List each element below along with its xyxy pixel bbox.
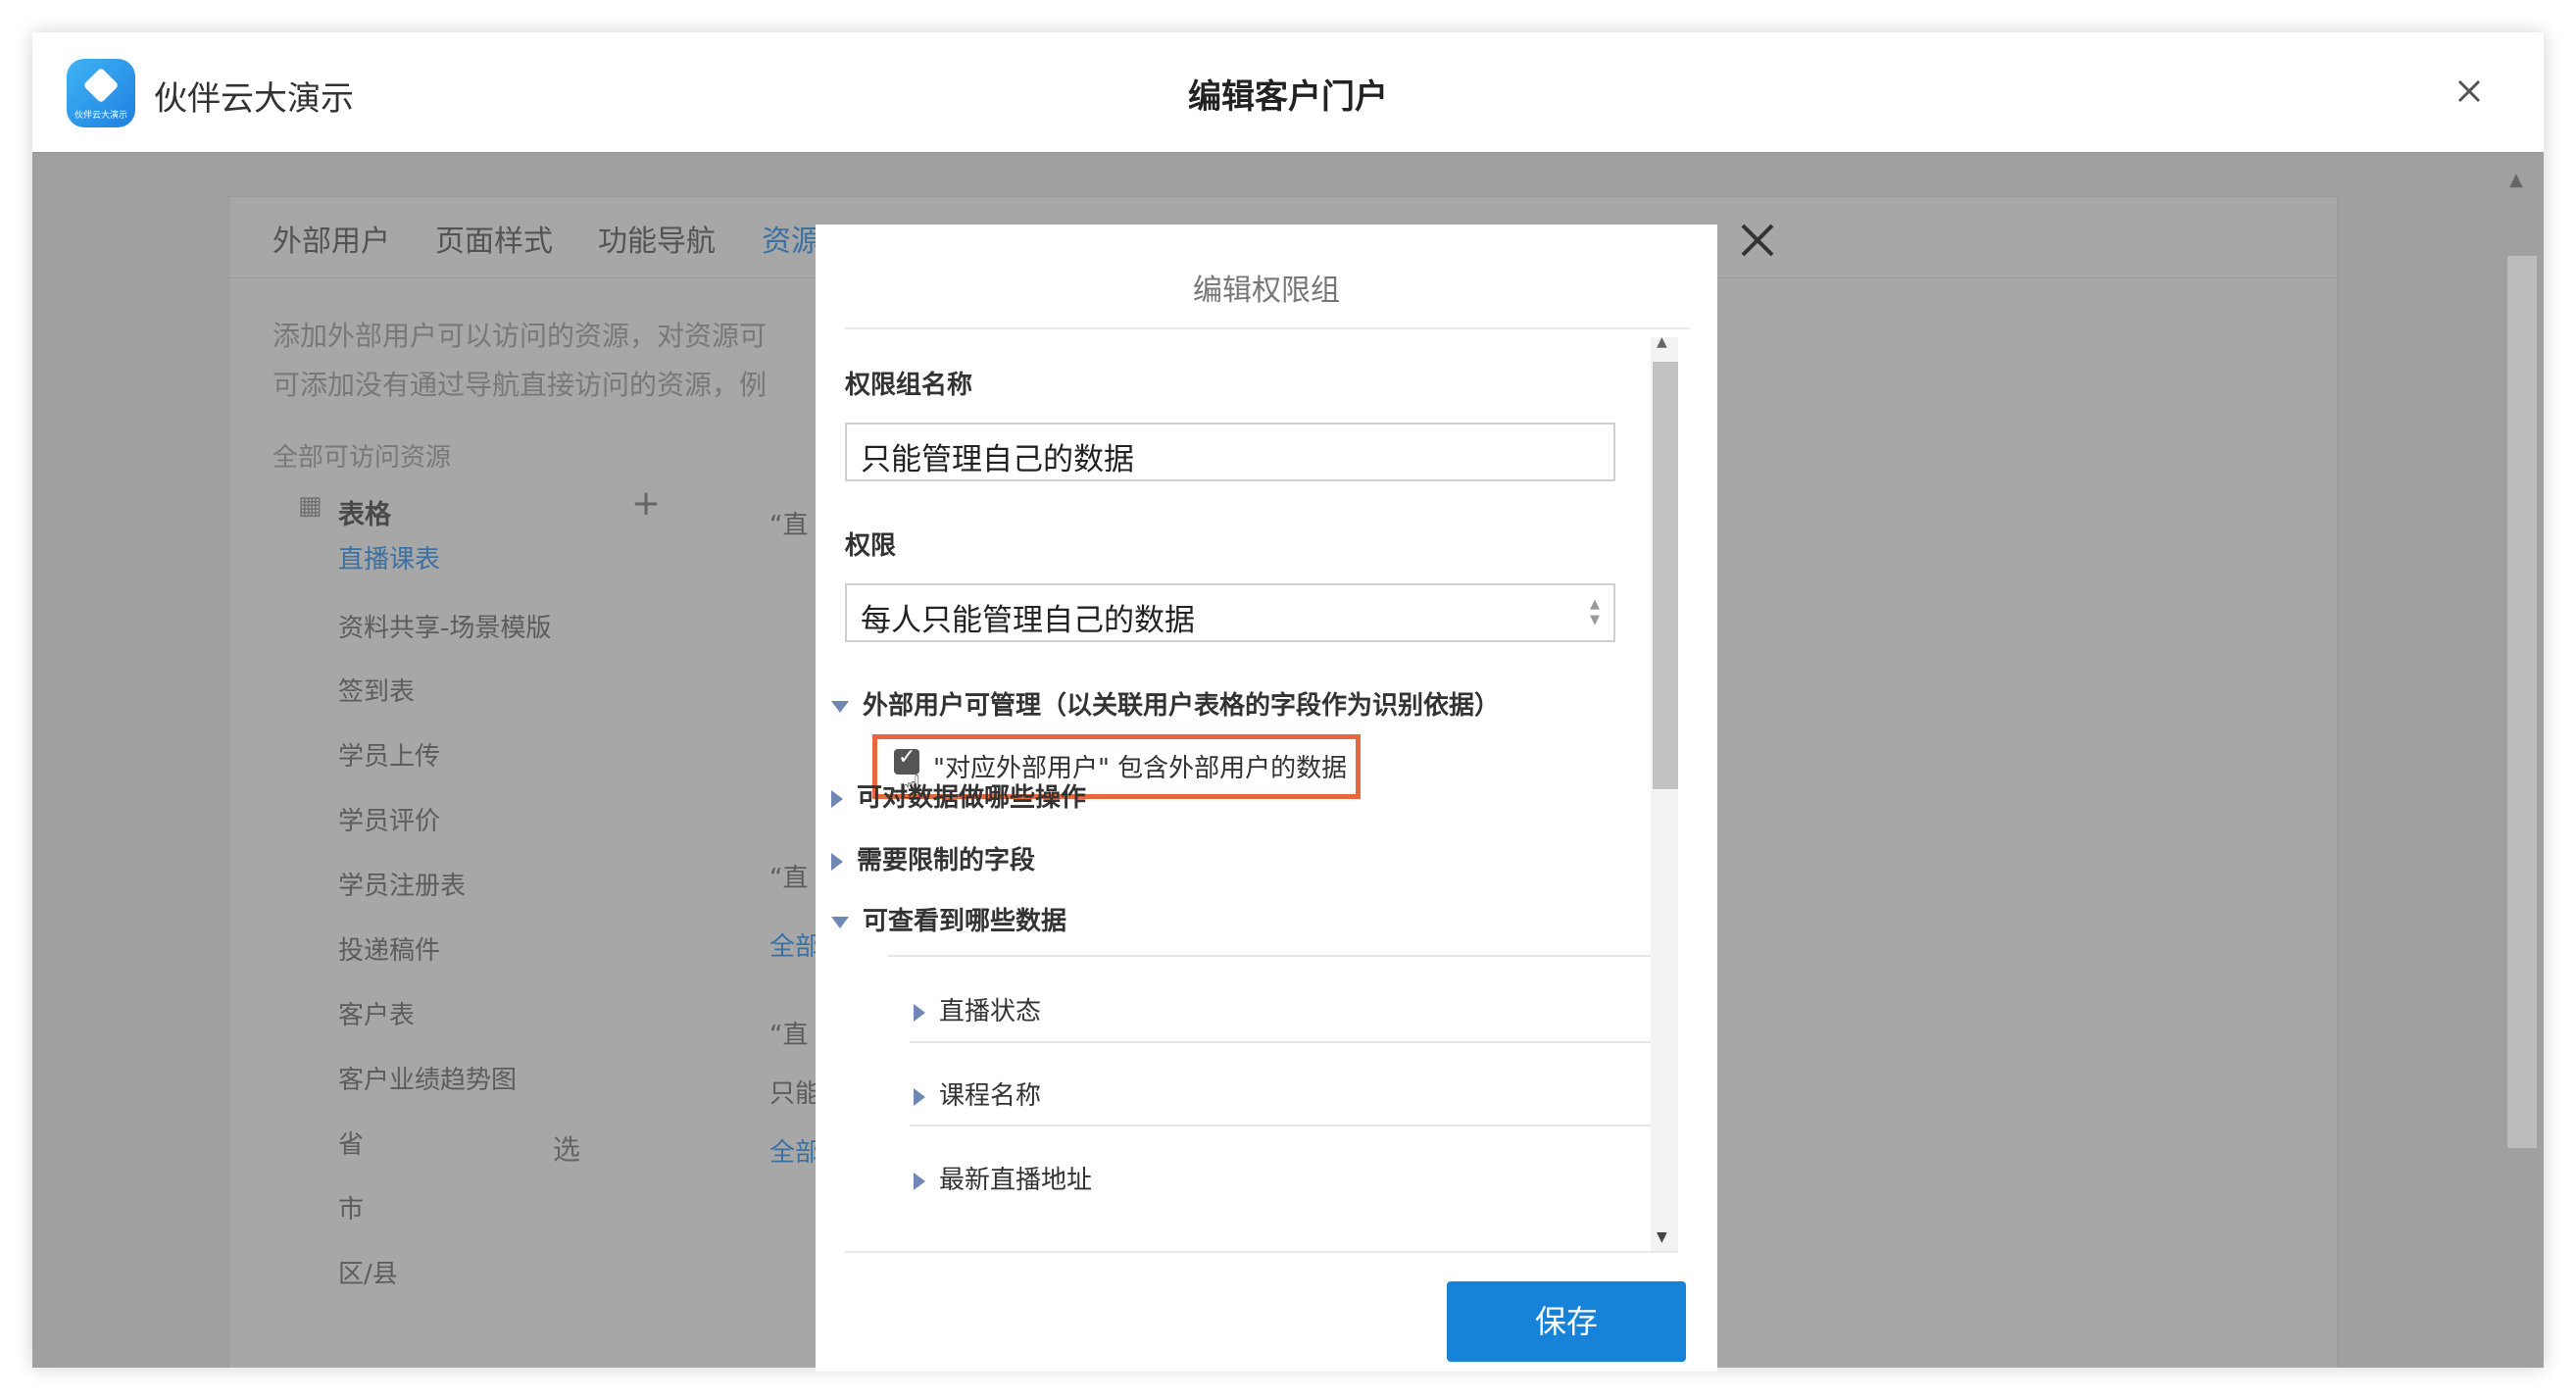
field-row[interactable]: 直播状态 <box>914 991 1041 1027</box>
group-name-label: 权限组名称 <box>845 371 973 400</box>
window-title: 编辑客户门户 <box>1188 77 1388 117</box>
expand-right-icon <box>914 1172 925 1190</box>
expand-right-icon <box>914 1087 925 1106</box>
expand-right-icon <box>914 1003 925 1022</box>
dialog-scrollbar-thumb[interactable] <box>1653 362 1678 789</box>
scroll-down-icon[interactable]: ▼ <box>1657 1229 1667 1245</box>
field-row[interactable]: 最新直播地址 <box>914 1160 1092 1196</box>
expand-down-icon <box>831 916 849 928</box>
tree-label: 可查看到哪些数据 <box>863 907 1067 936</box>
divider <box>845 1251 1678 1253</box>
scroll-up-icon[interactable]: ▲ <box>2509 170 2523 190</box>
tree-external-manage[interactable]: 外部用户可管理（以关联用户表格的字段作为识别依据） <box>831 685 1500 722</box>
top-bar: 伙伴云大演示 伙伴云大演示 编辑客户门户 <box>32 32 2544 153</box>
tree-visible-data[interactable]: 可查看到哪些数据 <box>831 901 1066 937</box>
expand-right-icon <box>831 789 843 808</box>
permission-select-value: 每人只能管理自己的数据 <box>861 603 1195 638</box>
edit-permission-dialog: 编辑权限组 权限组名称 只能管理自己的数据 权限 每人只能管理自己的数据 ▲ ▼ … <box>816 225 1717 1372</box>
field-label: 直播状态 <box>939 997 1042 1026</box>
divider <box>845 327 1690 329</box>
group-name-input[interactable]: 只能管理自己的数据 <box>845 423 1615 481</box>
tree-operations[interactable]: 可对数据做哪些操作 <box>831 777 1086 814</box>
divider <box>910 1125 1664 1126</box>
permission-label: 权限 <box>845 531 897 561</box>
tree-label: 可对数据做哪些操作 <box>857 783 1087 813</box>
divider <box>888 955 1664 957</box>
dialog-title: 编辑权限组 <box>1193 274 1340 308</box>
save-button[interactable]: 保存 <box>1447 1281 1686 1362</box>
permission-select[interactable]: 每人只能管理自己的数据 ▲ ▼ <box>845 583 1615 642</box>
field-row[interactable]: 课程名称 <box>914 1075 1041 1112</box>
close-icon[interactable] <box>2450 72 2489 111</box>
tree-restricted-fields[interactable]: 需要限制的字段 <box>831 840 1035 876</box>
expand-down-icon <box>831 700 849 713</box>
window-scrollbar[interactable] <box>2507 256 2537 1148</box>
dialog-close-icon[interactable] <box>1735 218 1780 263</box>
tree-label: 外部用户可管理（以关联用户表格的字段作为识别依据） <box>863 691 1501 721</box>
tree-label: 需要限制的字段 <box>857 846 1036 875</box>
select-arrows-icon: ▲ ▼ <box>1590 597 1600 627</box>
divider <box>910 1041 1664 1043</box>
field-label: 课程名称 <box>939 1081 1042 1111</box>
field-label: 最新直播地址 <box>939 1166 1093 1195</box>
scroll-up-icon[interactable]: ▲ <box>1657 334 1667 350</box>
expand-right-icon <box>831 852 843 871</box>
